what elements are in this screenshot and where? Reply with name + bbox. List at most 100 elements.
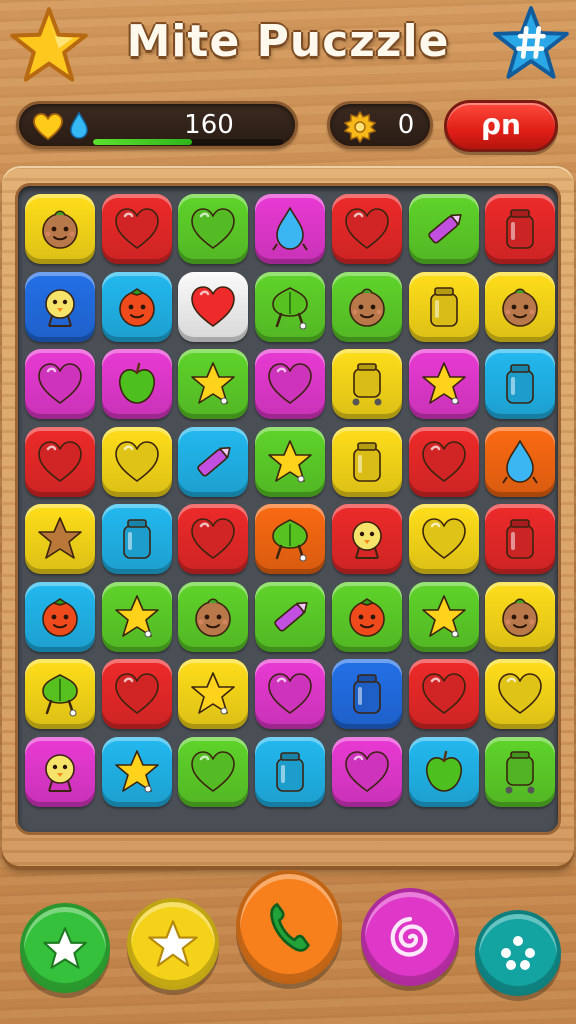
tile-jar[interactable] — [485, 504, 556, 574]
tile-leaf-bug[interactable] — [25, 659, 95, 729]
tile-leaf-bug[interactable] — [255, 504, 326, 574]
drop-icon — [70, 111, 88, 139]
swirl-icon — [390, 916, 428, 957]
coconut-face-icon — [42, 210, 78, 249]
coconut-face-icon — [348, 287, 385, 327]
chick-icon — [45, 753, 75, 792]
tile-heart[interactable] — [408, 504, 479, 574]
jar-icon — [122, 519, 151, 559]
star-powerup-button[interactable] — [127, 898, 219, 990]
tile-star[interactable] — [408, 349, 479, 419]
tile-heart[interactable] — [25, 426, 95, 497]
tile-jar-cart[interactable] — [331, 349, 402, 419]
tile-jar[interactable] — [408, 271, 479, 342]
tile-jar[interactable] — [331, 426, 402, 497]
star-icon — [148, 920, 198, 967]
tile-jar[interactable] — [255, 736, 326, 807]
crayon-icon — [274, 601, 308, 631]
swirl-powerup-button[interactable] — [361, 888, 459, 986]
heart-icon — [498, 673, 542, 714]
droplet-icon — [502, 439, 539, 484]
tile-star[interactable] — [101, 581, 172, 652]
leaf-bug-icon — [272, 519, 308, 562]
heart-icon — [114, 208, 159, 249]
tile-heart[interactable] — [331, 736, 402, 807]
tomato-face-icon — [118, 287, 155, 327]
tile-jar[interactable] — [485, 194, 556, 264]
tile-crayon[interactable] — [408, 194, 479, 264]
star-icon — [114, 749, 159, 792]
tile-crayon[interactable] — [255, 581, 326, 652]
tile-coconut-face[interactable] — [25, 194, 95, 264]
tile-jar[interactable] — [331, 659, 402, 729]
tile-droplet[interactable] — [485, 426, 556, 497]
heart-icon — [344, 750, 389, 792]
tile-coconut-face[interactable] — [331, 271, 402, 342]
jar-cart-icon — [352, 363, 382, 406]
star-arrow-icon — [43, 927, 87, 969]
tile-star[interactable] — [101, 736, 172, 807]
crayon-icon — [197, 446, 232, 476]
tile-heart[interactable] — [255, 349, 326, 419]
jar-icon — [276, 751, 304, 792]
phone-powerup-button[interactable] — [236, 870, 342, 984]
star-icon — [421, 362, 466, 405]
tile-coconut-face[interactable] — [178, 581, 249, 652]
tile-heart[interactable] — [178, 194, 249, 264]
tile-star[interactable] — [408, 581, 479, 652]
tile-heart[interactable] — [178, 271, 249, 342]
tile-star[interactable] — [178, 349, 249, 419]
tile-apple[interactable] — [408, 736, 479, 807]
tile-jar[interactable] — [485, 349, 556, 419]
heart-icon — [38, 440, 82, 482]
leaf-bug-icon — [272, 286, 308, 329]
heart-icon — [344, 208, 389, 249]
play-button[interactable]: ρn — [444, 100, 558, 152]
star-icon — [114, 594, 159, 637]
tile-cookie-star[interactable] — [25, 504, 95, 574]
jar-icon — [506, 209, 534, 249]
tile-heart[interactable] — [101, 659, 172, 729]
star-icon — [191, 362, 236, 405]
tile-heart[interactable] — [178, 736, 249, 807]
tile-chick[interactable] — [331, 504, 402, 574]
tile-coconut-face[interactable] — [485, 271, 556, 342]
tile-jar[interactable] — [101, 504, 172, 574]
tile-heart[interactable] — [178, 504, 249, 574]
tile-heart[interactable] — [255, 659, 326, 729]
tile-star[interactable] — [255, 426, 326, 497]
crayon-icon — [427, 214, 462, 244]
heart-icon — [191, 208, 236, 249]
star-icon — [191, 672, 236, 715]
tile-droplet[interactable] — [255, 194, 326, 264]
coconut-face-icon — [502, 597, 538, 637]
tile-heart[interactable] — [331, 194, 402, 264]
tile-heart[interactable] — [485, 659, 556, 729]
heart-icon — [114, 440, 159, 482]
coconut-face-icon — [502, 287, 538, 327]
tile-crayon[interactable] — [178, 426, 249, 497]
tile-apple[interactable] — [101, 349, 172, 419]
tile-heart[interactable] — [25, 349, 95, 419]
tile-leaf-bug[interactable] — [255, 271, 326, 342]
tile-star[interactable] — [178, 659, 249, 729]
tile-heart[interactable] — [408, 659, 479, 729]
hint-powerup-button[interactable] — [20, 903, 110, 993]
tile-coconut-face[interactable] — [485, 581, 556, 652]
menu-dots-button[interactable] — [475, 910, 561, 996]
tile-heart[interactable] — [101, 426, 172, 497]
tile-chick[interactable] — [25, 736, 95, 807]
tile-chick[interactable] — [25, 271, 95, 342]
tile-heart[interactable] — [101, 194, 172, 264]
score-value: 160 — [184, 110, 234, 140]
settings-star-icon[interactable] — [492, 4, 570, 84]
tile-tomato-face[interactable] — [101, 271, 172, 342]
tile-tomato-face[interactable] — [25, 581, 95, 652]
star-icon — [421, 594, 466, 637]
coconut-face-icon — [195, 597, 232, 637]
tile-heart[interactable] — [408, 426, 479, 497]
level-progress-bar — [93, 139, 283, 145]
jar-icon — [506, 364, 534, 404]
tile-tomato-face[interactable] — [331, 581, 402, 652]
tile-jar-cart[interactable] — [485, 736, 556, 807]
